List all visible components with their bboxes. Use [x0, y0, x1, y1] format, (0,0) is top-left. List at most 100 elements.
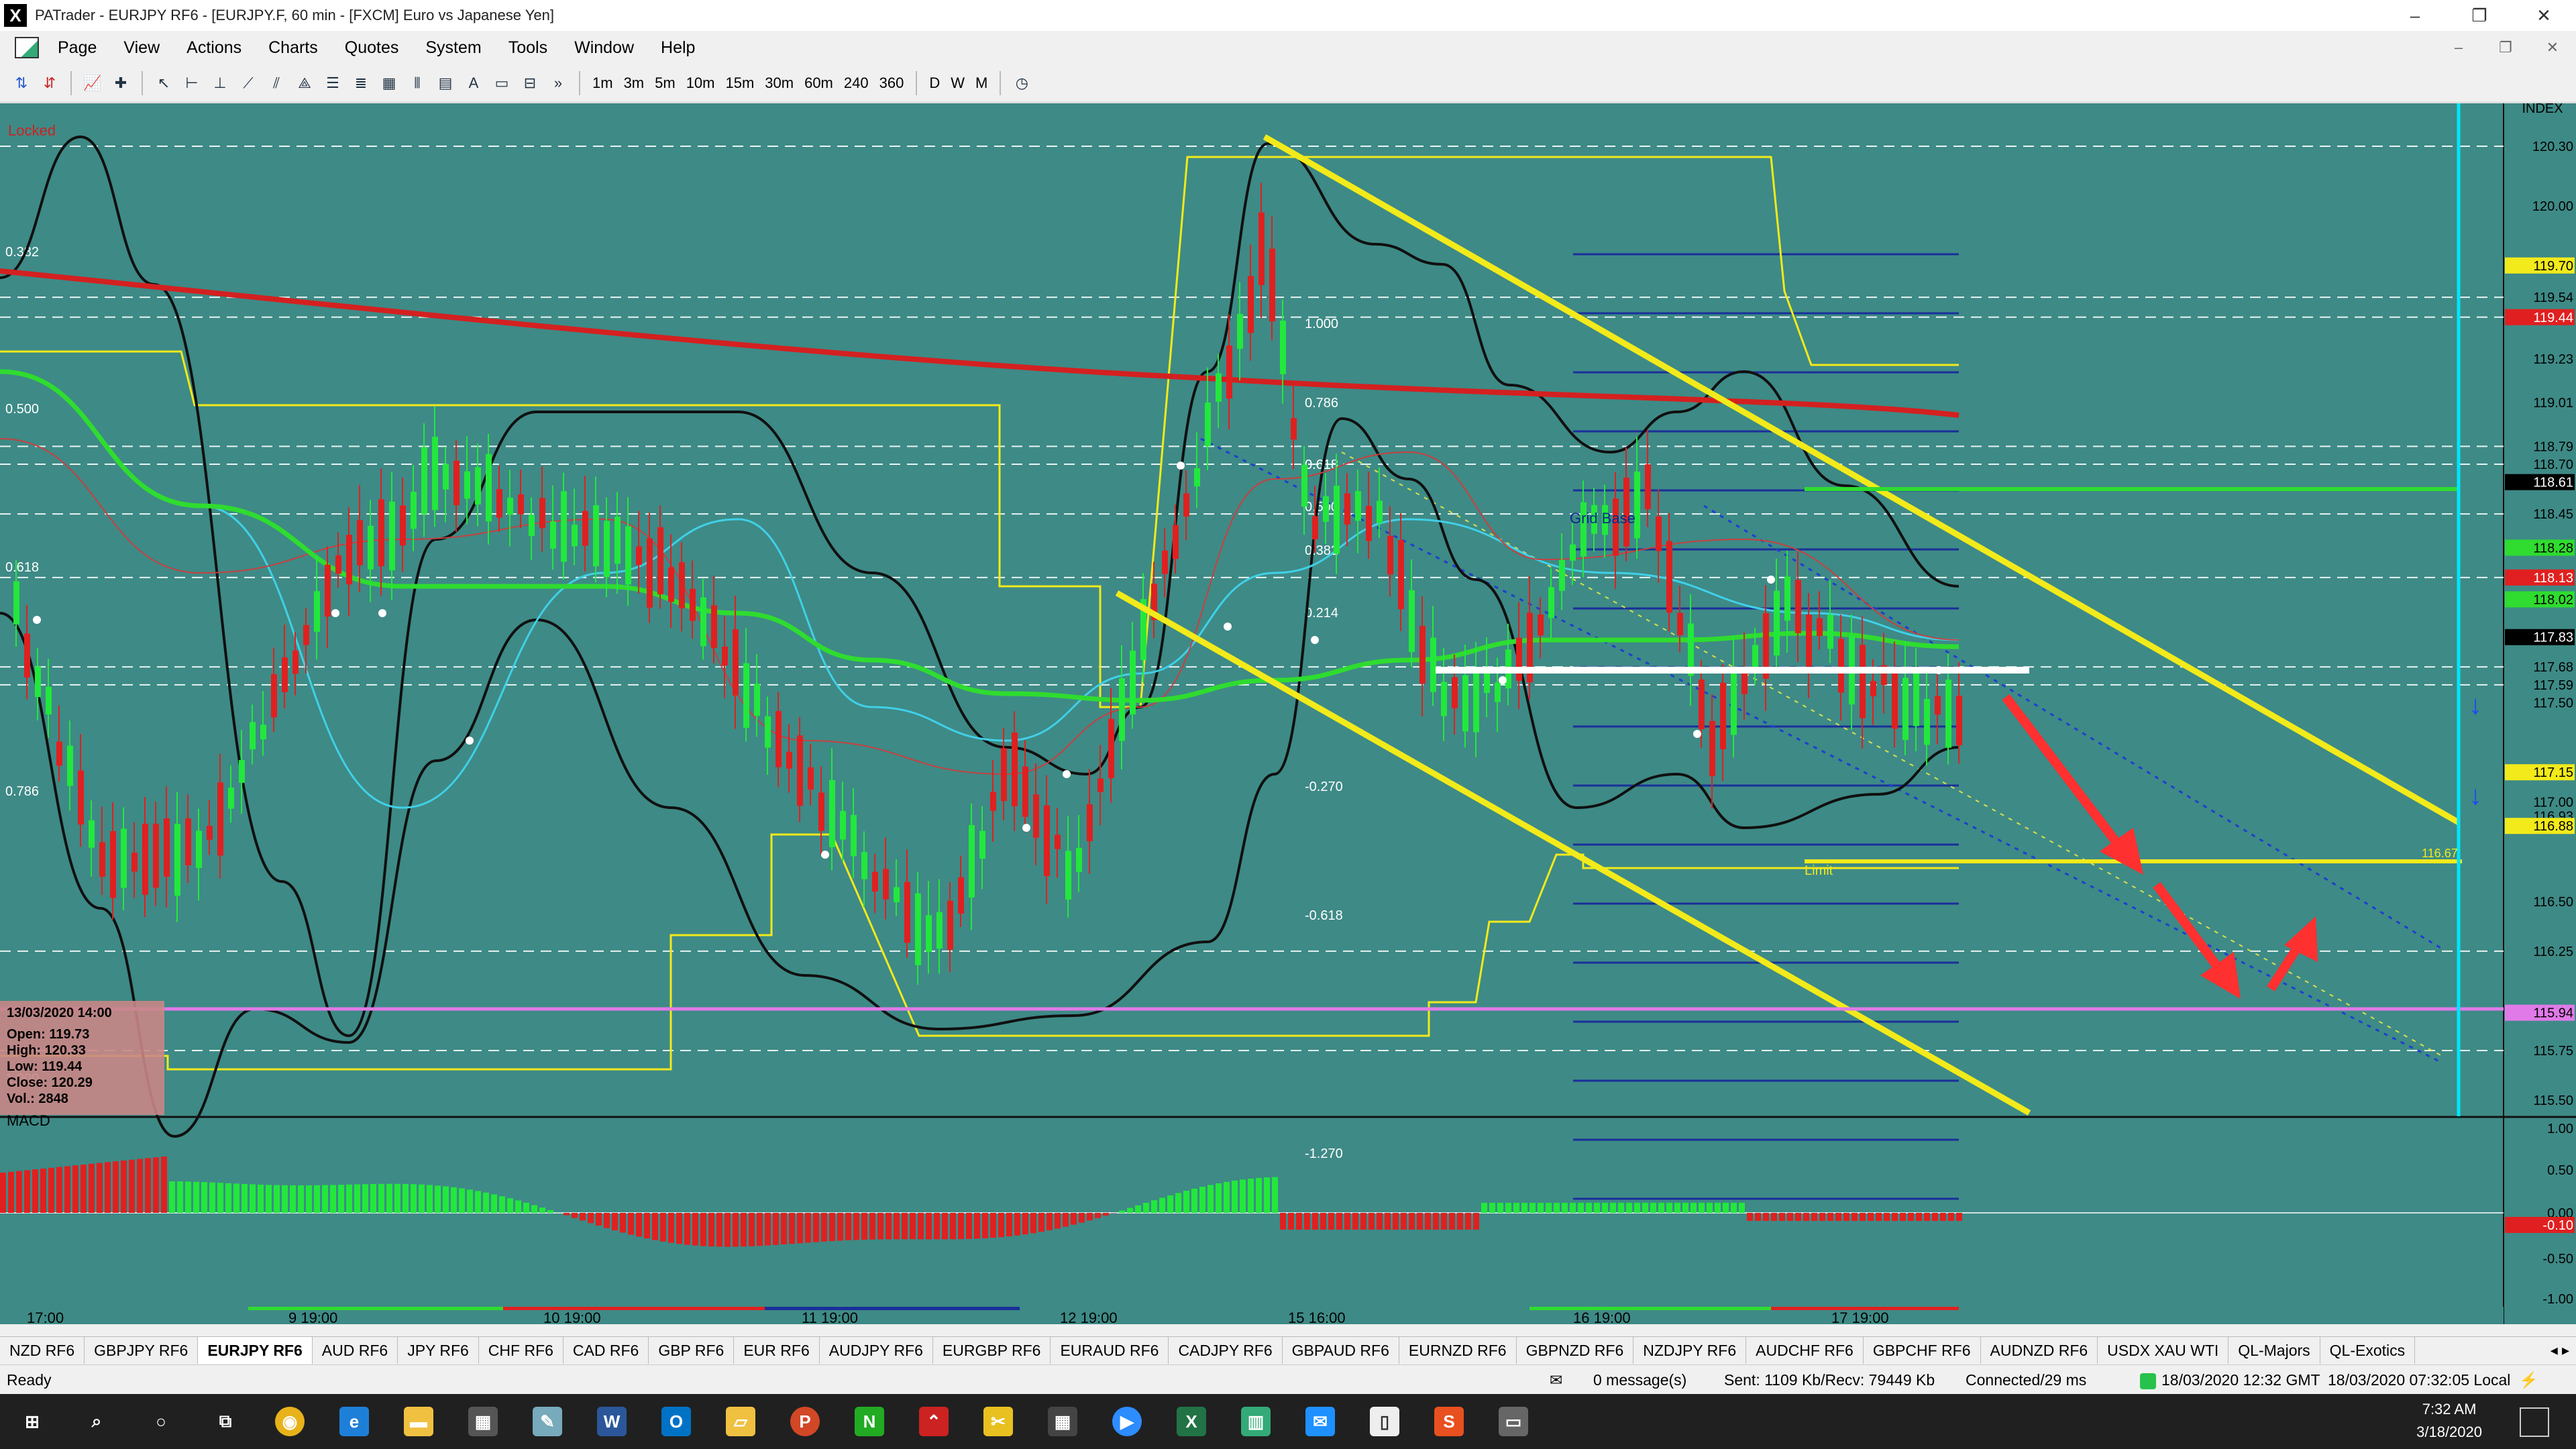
fib-extension-icon[interactable]: ≣: [349, 70, 373, 97]
explorer-app[interactable]: ▬: [386, 1394, 451, 1449]
tf-5m[interactable]: 5m: [649, 74, 681, 92]
symbol-tab[interactable]: AUDCHF RF6: [1746, 1337, 1864, 1364]
symbol-tab[interactable]: AUDNZD RF6: [1981, 1337, 2098, 1364]
symbol-tab[interactable]: AUD RF6: [313, 1337, 398, 1364]
tf-3m[interactable]: 3m: [619, 74, 650, 92]
media-app[interactable]: ▦: [451, 1394, 515, 1449]
mdi-restore-button[interactable]: ❐: [2482, 31, 2529, 64]
price-chart[interactable]: 1.000 0.786 0.618 0.500 0.382 0.214 -0.270 -0.6…: [0, 101, 2576, 1326]
tf-240[interactable]: 240: [839, 74, 874, 92]
crosshair-icon[interactable]: ✚: [109, 70, 133, 97]
mail-icon[interactable]: ✉: [1550, 1365, 1562, 1395]
chart-window-icon[interactable]: [15, 37, 39, 58]
symbol-tab[interactable]: EUR RF6: [734, 1337, 820, 1364]
chart-type-icon[interactable]: 📈: [80, 70, 105, 97]
menu-tools[interactable]: Tools: [495, 38, 561, 58]
ninja-app[interactable]: N: [837, 1394, 902, 1449]
minimize-button[interactable]: –: [2383, 0, 2447, 31]
chart-area[interactable]: 1.000 0.786 0.618 0.500 0.382 0.214 -0.270 -0.6…: [0, 101, 2576, 1326]
tf-10m[interactable]: 10m: [681, 74, 720, 92]
edge-app[interactable]: e: [322, 1394, 386, 1449]
symbol-tab[interactable]: GBP RF6: [649, 1337, 735, 1364]
period-d[interactable]: D: [924, 74, 945, 92]
symbol-tab[interactable]: GBPNZD RF6: [1517, 1337, 1634, 1364]
notification-icon[interactable]: [2520, 1407, 2549, 1437]
symbol-tab[interactable]: GBPCHF RF6: [1864, 1337, 1981, 1364]
symbol-tab[interactable]: NZDJPY RF6: [1633, 1337, 1747, 1364]
task-view-button[interactable]: ⧉: [193, 1394, 258, 1449]
grid-icon[interactable]: ▤: [433, 70, 458, 97]
search-button[interactable]: ⌕: [64, 1394, 129, 1449]
symbol-tab[interactable]: USDX XAU WTI: [2098, 1337, 2229, 1364]
symbol-tab[interactable]: EURAUD RF6: [1051, 1337, 1169, 1364]
period-w[interactable]: W: [945, 74, 970, 92]
tf-15m[interactable]: 15m: [720, 74, 759, 92]
order-icon[interactable]: ⇵: [38, 70, 62, 97]
macd-pane[interactable]: [0, 1118, 2504, 1324]
vline-icon[interactable]: ⊥: [208, 70, 232, 97]
excel-app[interactable]: X: [1159, 1394, 1224, 1449]
menu-view[interactable]: View: [110, 38, 173, 58]
chart-app[interactable]: ▥: [1224, 1394, 1288, 1449]
menu-quotes[interactable]: Quotes: [331, 38, 413, 58]
symbol-tab[interactable]: EURNZD RF6: [1399, 1337, 1517, 1364]
fib-retrace-icon[interactable]: ☰: [321, 70, 345, 97]
clock-icon[interactable]: ◷: [1010, 70, 1034, 97]
channel-icon[interactable]: ⫽: [264, 70, 288, 97]
snipping-app[interactable]: ✂: [966, 1394, 1030, 1449]
symbol-tab[interactable]: QL-Exotics: [2320, 1337, 2416, 1364]
close-button[interactable]: ✕: [2512, 0, 2576, 31]
menu-actions[interactable]: Actions: [173, 38, 255, 58]
start-button[interactable]: ⊞: [0, 1394, 64, 1449]
powerpoint-app[interactable]: P: [773, 1394, 837, 1449]
trendline-icon[interactable]: ⟋: [236, 70, 260, 97]
symbol-tab[interactable]: QL-Majors: [2229, 1337, 2320, 1364]
status-messages[interactable]: 0 message(s): [1593, 1365, 1686, 1395]
notepad-app[interactable]: ✎: [515, 1394, 580, 1449]
chrome-app[interactable]: ◉: [258, 1394, 322, 1449]
price-pane[interactable]: [0, 103, 2504, 1116]
taskbar-clock[interactable]: 7:32 AM 3/18/2020: [2416, 1398, 2482, 1444]
maximize-button[interactable]: ❐: [2447, 0, 2512, 31]
mdi-minimize-button[interactable]: –: [2435, 31, 2482, 64]
terminal-app[interactable]: ▭: [1481, 1394, 1546, 1449]
symbol-tab[interactable]: CHF RF6: [479, 1337, 564, 1364]
gann-icon[interactable]: ▦: [377, 70, 401, 97]
hline-icon[interactable]: ⊢: [180, 70, 204, 97]
symbol-tab[interactable]: JPY RF6: [398, 1337, 479, 1364]
patrader-app[interactable]: ⌃: [902, 1394, 966, 1449]
document-app[interactable]: ▯: [1352, 1394, 1417, 1449]
calculator-app[interactable]: ▦: [1030, 1394, 1095, 1449]
tf-1m[interactable]: 1m: [587, 74, 619, 92]
cortana-button[interactable]: ○: [129, 1394, 193, 1449]
word-app[interactable]: W: [580, 1394, 644, 1449]
menu-system[interactable]: System: [412, 38, 494, 58]
tab-scroll-arrows[interactable]: ◂ ▸: [2551, 1337, 2569, 1364]
period-m[interactable]: M: [970, 74, 993, 92]
tf-360[interactable]: 360: [874, 74, 910, 92]
cycles-icon[interactable]: ⦀: [405, 70, 429, 97]
zoom-app[interactable]: ▶: [1095, 1394, 1159, 1449]
symbol-tab[interactable]: EURJPY RF6: [198, 1337, 313, 1364]
symbol-tab[interactable]: CADJPY RF6: [1169, 1337, 1283, 1364]
menu-page[interactable]: Page: [44, 38, 110, 58]
menu-help[interactable]: Help: [647, 38, 708, 58]
pointer-icon[interactable]: ↖: [152, 70, 176, 97]
mdi-close-button[interactable]: ✕: [2529, 31, 2576, 64]
menu-window[interactable]: Window: [561, 38, 647, 58]
symbol-tab[interactable]: EURGBP RF6: [933, 1337, 1051, 1364]
tf-60m[interactable]: 60m: [799, 74, 839, 92]
text-tool-icon[interactable]: A: [462, 70, 486, 97]
mail-app[interactable]: ✉: [1288, 1394, 1352, 1449]
slides-app[interactable]: S: [1417, 1394, 1481, 1449]
menu-charts[interactable]: Charts: [255, 38, 331, 58]
rectangle-icon[interactable]: ▭: [490, 70, 514, 97]
more-tools-icon[interactable]: »: [546, 70, 570, 97]
outlook-app[interactable]: O: [644, 1394, 708, 1449]
files-app[interactable]: ▱: [708, 1394, 773, 1449]
buy-sell-icon[interactable]: ⇅: [9, 70, 34, 97]
symbol-tab[interactable]: AUDJPY RF6: [820, 1337, 933, 1364]
symbol-tab[interactable]: CAD RF6: [564, 1337, 649, 1364]
tf-30m[interactable]: 30m: [759, 74, 799, 92]
fib-fan-icon[interactable]: ⟁: [292, 70, 317, 97]
